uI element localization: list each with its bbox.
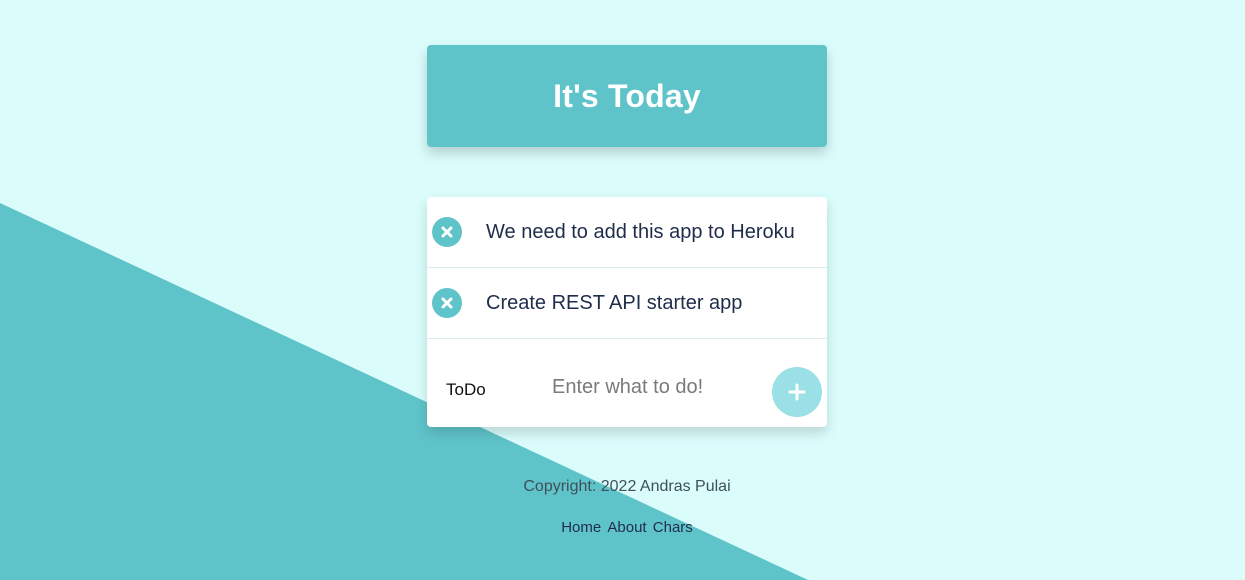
page-title: It's Today (553, 77, 701, 114)
header-banner: It's Today (427, 45, 827, 147)
footer-link-about[interactable]: About (607, 519, 646, 536)
todo-list-card: We need to add this app to Heroku Create… (427, 197, 827, 427)
todo-text: We need to add this app to Heroku (486, 221, 795, 243)
add-todo-form: ToDo (427, 339, 827, 427)
todo-item: Create REST API starter app (427, 268, 827, 339)
delete-todo-button[interactable] (432, 217, 462, 247)
todo-input-label: ToDo (446, 380, 486, 399)
add-todo-button[interactable] (772, 367, 822, 417)
delete-todo-button[interactable] (432, 288, 462, 318)
todo-text: Create REST API starter app (486, 292, 743, 314)
footer-link-chars[interactable]: Chars (653, 519, 693, 536)
footer-link-home[interactable]: Home (561, 519, 601, 536)
footer-nav: Home About Chars (427, 519, 827, 536)
plus-icon (788, 383, 806, 401)
todo-item: We need to add this app to Heroku (427, 197, 827, 268)
close-icon (441, 226, 453, 238)
todo-input[interactable] (537, 369, 772, 405)
footer: Copyright: 2022 Andras Pulai Home About … (427, 476, 827, 536)
copyright-text: Copyright: 2022 Andras Pulai (523, 478, 731, 495)
close-icon (441, 297, 453, 309)
